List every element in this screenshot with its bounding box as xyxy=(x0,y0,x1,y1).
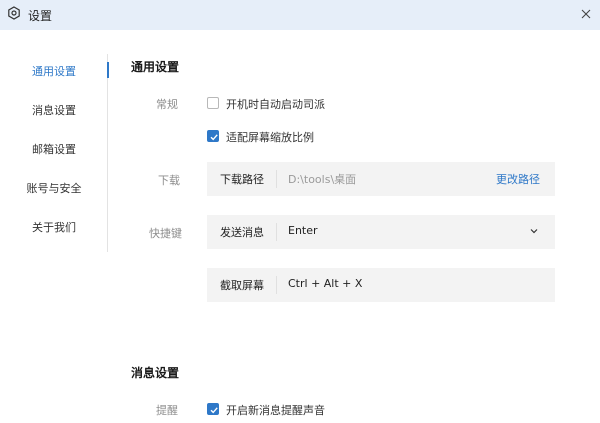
download-path-value: D:\tools\桌面 xyxy=(288,173,357,186)
screenshot-key: 截取屏幕 xyxy=(220,279,264,292)
send-message-value: Enter xyxy=(288,224,318,237)
download-path-key: 下载路径 xyxy=(220,173,264,186)
screenshot-shortcut-field[interactable]: 截取屏幕 Ctrl + Alt + X xyxy=(207,268,555,302)
field-separator xyxy=(276,170,277,188)
auto-start-checkbox[interactable] xyxy=(207,97,219,109)
checkmark-icon xyxy=(210,134,218,141)
section-title-general: 通用设置 xyxy=(131,60,180,74)
checkmark-icon xyxy=(210,407,218,414)
gear-icon xyxy=(8,6,20,20)
section-title-message: 消息设置 xyxy=(131,366,180,380)
field-separator xyxy=(276,276,277,294)
change-path-link[interactable]: 更改路径 xyxy=(496,171,540,187)
row-label-general: 常规 xyxy=(156,98,178,111)
screen-scaling-label: 适配屏幕缩放比例 xyxy=(226,131,314,144)
sidebar-item-about[interactable]: 关于我们 xyxy=(0,214,108,242)
sidebar-item-message[interactable]: 消息设置 xyxy=(0,97,108,125)
sidebar-active-indicator xyxy=(107,62,109,78)
auto-start-label: 开机时自动启动司派 xyxy=(226,98,325,111)
window-title: 设置 xyxy=(28,9,53,23)
row-label-reminder: 提醒 xyxy=(156,404,178,417)
title-bar: 设置 xyxy=(0,0,600,30)
row-label-download: 下载 xyxy=(158,174,180,187)
sidebar-item-account-security[interactable]: 账号与安全 xyxy=(0,175,108,203)
sidebar-divider xyxy=(107,54,108,252)
send-message-shortcut-field[interactable]: 发送消息 Enter xyxy=(207,215,555,249)
sidebar-item-mail[interactable]: 邮箱设置 xyxy=(0,136,108,164)
message-sound-label: 开启新消息提醒声音 xyxy=(226,404,325,417)
download-path-field: 下载路径 D:\tools\桌面 更改路径 xyxy=(207,162,555,196)
send-message-key: 发送消息 xyxy=(220,226,264,239)
message-sound-checkbox[interactable] xyxy=(207,403,219,415)
close-icon[interactable] xyxy=(578,6,594,22)
sidebar: 通用设置 消息设置 邮箱设置 账号与安全 关于我们 xyxy=(0,30,110,423)
screenshot-value: Ctrl + Alt + X xyxy=(288,277,363,290)
screen-scaling-checkbox[interactable] xyxy=(207,130,219,142)
row-label-shortcuts: 快捷键 xyxy=(149,227,182,240)
sidebar-item-general[interactable]: 通用设置 xyxy=(0,58,108,86)
field-separator xyxy=(276,223,277,241)
chevron-down-icon[interactable] xyxy=(529,227,539,235)
